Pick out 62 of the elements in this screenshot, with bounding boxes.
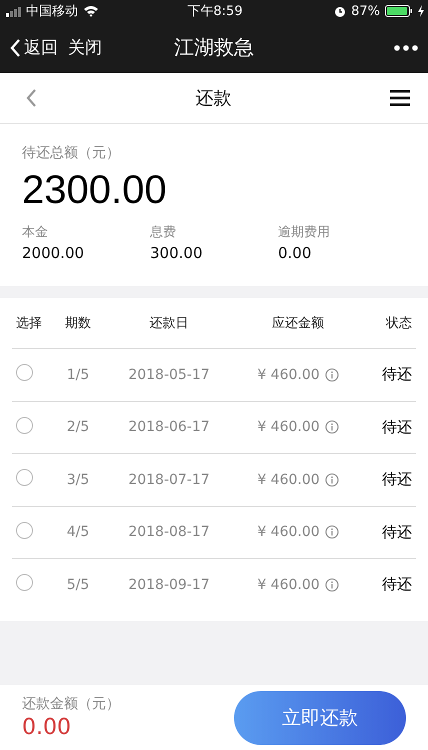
amount-label: 逾期费用: [278, 224, 331, 241]
battery-icon: [384, 5, 412, 17]
summary-label: 待还总额（元）: [22, 144, 121, 162]
table-cell-text: 5/5: [66, 576, 90, 593]
info-icon[interactable]: [324, 472, 339, 487]
table-cell-text: 2018-09-17: [127, 576, 211, 593]
page-title: 还款: [196, 87, 232, 110]
table-cell: ¥ 460.00: [257, 472, 320, 488]
battery-percent: 87%: [351, 4, 380, 18]
charging-icon: [416, 5, 424, 17]
amount-value: 2000.00: [22, 244, 86, 262]
more-icon[interactable]: [394, 44, 418, 50]
amount-label: 息费: [150, 224, 177, 241]
table-cell: ¥ 460.00: [257, 576, 320, 593]
total-amount: 2300.00: [22, 168, 168, 213]
column-header: 应还金额: [271, 315, 325, 332]
radio-button[interactable]: [16, 416, 33, 434]
table-cell: ¥ 460.00: [257, 419, 320, 436]
repay-button[interactable]: 立即还款: [234, 690, 406, 744]
table-cell: ¥ 460.00: [257, 524, 320, 540]
back-icon: [10, 38, 21, 56]
column-header: 状态: [384, 315, 413, 332]
radio-button[interactable]: [16, 574, 33, 592]
carrier-name: 中国移动: [26, 3, 78, 20]
column-header: 还款日: [148, 315, 190, 332]
menu-icon[interactable]: [390, 90, 410, 106]
back-button[interactable]: 返回: [10, 36, 58, 59]
table-cell: ¥ 460.00: [257, 366, 320, 383]
back-icon[interactable]: [26, 89, 37, 107]
table-cell-text: 待还: [381, 470, 413, 490]
table-cell-text: 待还: [381, 522, 413, 542]
info-icon[interactable]: [324, 525, 339, 540]
wifi-icon: [83, 5, 99, 17]
radio-button[interactable]: [16, 522, 33, 539]
column-header: 期数: [64, 315, 92, 332]
table-cell-text: 待还: [381, 418, 413, 437]
table-cell-text: 2018-08-17: [127, 524, 211, 540]
column-header: 选择: [15, 315, 43, 332]
table-cell-text: 2/5: [66, 419, 90, 436]
radio-button[interactable]: [16, 364, 33, 382]
amount-label: 本金: [22, 224, 49, 241]
alarm-icon: [334, 5, 346, 17]
window-title: 江湖救急: [173, 34, 255, 61]
signal-icon: [6, 6, 21, 16]
radio-button[interactable]: [16, 469, 33, 486]
amount-value: 0.00: [278, 244, 312, 262]
table-cell-text: 2018-05-17: [127, 366, 211, 383]
table-cell-text: 待还: [381, 575, 413, 594]
table-cell-text: 2018-07-17: [127, 472, 211, 488]
table-cell-text: 待还: [381, 365, 413, 384]
info-icon[interactable]: [324, 578, 339, 592]
table-cell-text: 2018-06-17: [127, 419, 211, 436]
clock-time: 下午8:59: [187, 3, 243, 20]
close-button[interactable]: 关闭: [68, 36, 102, 59]
payment-amount: 0.00: [22, 715, 72, 740]
table-cell-text: 3/5: [66, 472, 90, 488]
table-cell-text: 1/5: [66, 366, 90, 383]
amount-value: 300.00: [150, 244, 204, 262]
info-icon[interactable]: [324, 420, 339, 434]
info-icon[interactable]: [324, 368, 339, 382]
payment-label: 还款金额（元）: [22, 695, 120, 713]
table-cell-text: 4/5: [66, 524, 90, 540]
